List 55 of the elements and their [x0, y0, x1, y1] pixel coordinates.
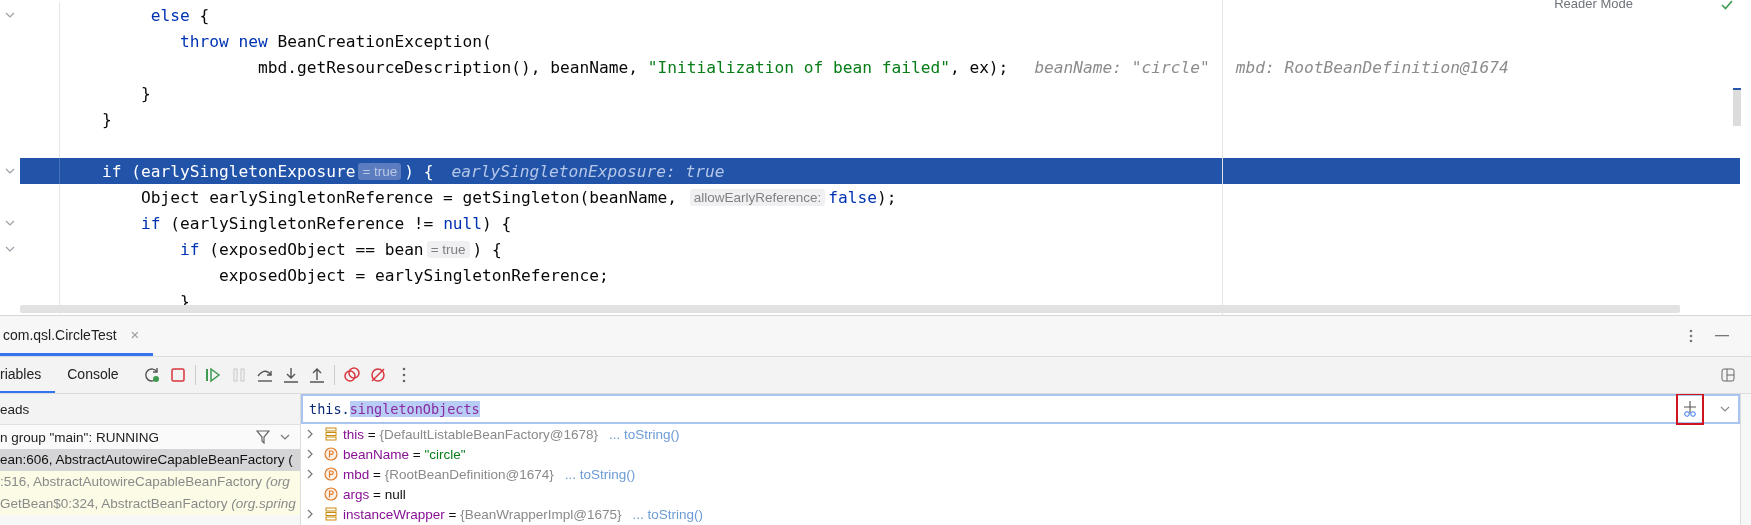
code-text: false);	[828, 187, 897, 207]
expression-field[interactable]: this.singletonObjects	[301, 394, 1740, 424]
resume-icon[interactable]	[203, 366, 222, 384]
inline-value-hint: beanName: "circle"	[1034, 57, 1210, 77]
parameter-icon	[324, 447, 338, 461]
mute-breakpoints-icon[interactable]	[368, 366, 387, 384]
code-text: }	[102, 109, 112, 129]
fold-icon[interactable]	[5, 168, 15, 174]
field-icon	[324, 427, 338, 441]
variable-entry[interactable]: this = {DefaultListableBeanFactory@1678}	[343, 426, 598, 442]
thread-selector[interactable]: n group "main": RUNNING	[0, 429, 159, 445]
variable-entry[interactable]: args = null	[343, 486, 406, 502]
code-text: ) {	[404, 161, 434, 181]
add-watch-icon[interactable]	[1676, 394, 1704, 425]
inline-value-hint: earlySingletonExposure: true	[451, 161, 725, 181]
check-icon	[1721, 0, 1733, 10]
code-text: }	[139, 83, 151, 103]
step-out-icon[interactable]	[307, 366, 326, 384]
layout-icon[interactable]	[1721, 368, 1735, 382]
variable-entry[interactable]: mbd = {RootBeanDefinition@1674}	[343, 466, 554, 482]
scrollbar-thumb[interactable]	[20, 305, 1680, 313]
breakpoints-icon[interactable]	[342, 366, 361, 384]
variable-entry[interactable]: beanName = "circle"	[343, 446, 466, 462]
code-text: exposedObject = earlySingletonReference;	[217, 265, 609, 285]
scrollbar-thumb[interactable]	[1733, 88, 1741, 126]
code-text: if (earlySingletonExposure	[102, 161, 356, 181]
inlay-hint: allowEarlyReference:	[689, 188, 826, 206]
inlay-hint: = true	[426, 240, 470, 258]
minimize-icon[interactable]	[1715, 335, 1729, 337]
parameter-icon	[324, 487, 338, 501]
stop-icon[interactable]	[168, 366, 187, 384]
filter-icon[interactable]	[256, 430, 270, 444]
stack-frame[interactable]: ean:606, AbstractAutowireCapableBeanFactory (	[0, 449, 300, 471]
chevron-down-icon[interactable]	[280, 434, 290, 440]
code-text: else {	[149, 5, 210, 25]
fold-icon[interactable]	[5, 220, 15, 226]
rerun-icon[interactable]	[142, 366, 161, 384]
chevron-down-icon[interactable]	[1720, 406, 1730, 412]
threads-header: eads	[0, 401, 30, 417]
fold-icon[interactable]	[5, 246, 15, 252]
field-icon	[324, 507, 338, 521]
code-text: if (exposedObject == bean	[178, 239, 424, 259]
code-text: Object earlySingletonReference = getSingleton(beanName,	[139, 187, 678, 207]
variable-entry[interactable]: instanceWrapper = {BeanWrapperImpl@1675}	[343, 506, 622, 522]
code-text: ) {	[472, 239, 502, 259]
more-icon[interactable]	[1689, 329, 1693, 343]
inline-value-hint: mbd: RootBeanDefinition@1674	[1235, 57, 1509, 77]
parameter-icon	[324, 467, 338, 481]
fold-icon[interactable]	[5, 12, 15, 18]
inlay-hint: = true	[358, 162, 402, 180]
code-text: if (earlySingletonReference != null) {	[139, 213, 512, 233]
step-into-icon[interactable]	[281, 366, 300, 384]
code-text: throw new BeanCreationException(	[178, 31, 492, 51]
view-tab[interactable]: Console	[67, 357, 131, 393]
code-text: mbd.getResourceDescription(), beanName, "Initialization of bean failed", ex);	[256, 57, 1009, 77]
